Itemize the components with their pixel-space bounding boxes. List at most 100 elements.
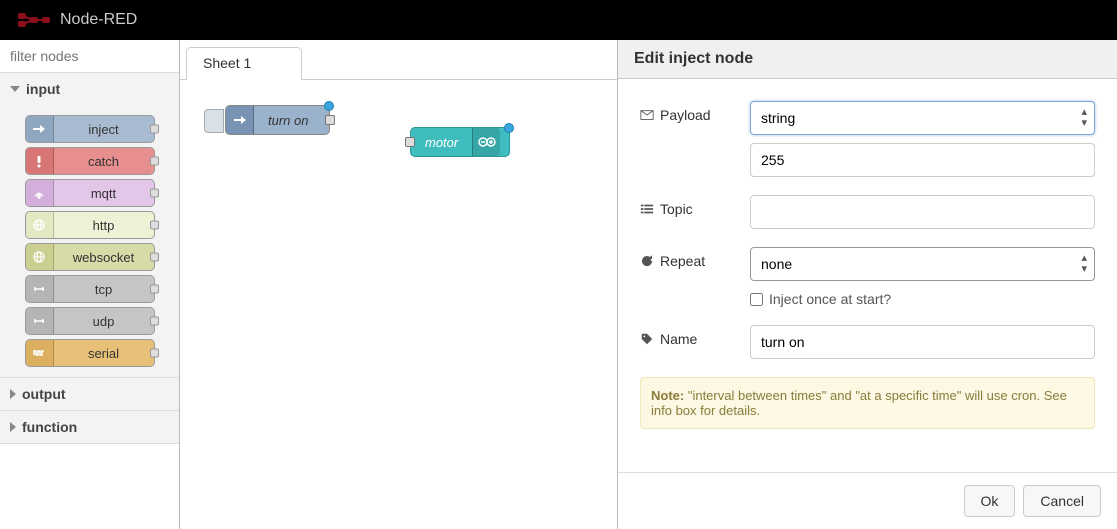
palette-node-catch[interactable]: catch (25, 147, 155, 175)
alert-icon (26, 148, 54, 174)
palette-node-udp[interactable]: udp (25, 307, 155, 335)
bridge-icon (26, 308, 54, 334)
logo: Node-RED (16, 11, 137, 29)
category-function-header[interactable]: function (0, 411, 179, 443)
inject-once-label: Inject once at start? (769, 291, 891, 307)
edit-panel-title: Edit inject node (618, 40, 1117, 79)
app-title: Node-RED (60, 11, 137, 29)
chevron-right-icon (10, 422, 16, 432)
filter-box (0, 40, 179, 73)
inject-trigger-button[interactable] (204, 109, 224, 133)
note-bold: Note: (651, 388, 684, 403)
note-text: "interval between times" and "at a speci… (651, 388, 1067, 418)
port-icon (150, 157, 159, 166)
repeat-select-wrap: none ▴▾ (750, 247, 1095, 281)
node-red-logo-icon (16, 12, 52, 28)
palette-sidebar: input inject catch mqtt (0, 40, 180, 529)
palette-node-label: udp (54, 314, 154, 329)
tab-sheet-1[interactable]: Sheet 1 (186, 47, 302, 80)
repeat-select[interactable]: none (750, 247, 1095, 281)
topic-field (750, 195, 1095, 229)
name-row: Name (640, 325, 1095, 359)
port-icon (150, 189, 159, 198)
palette-node-label: tcp (54, 282, 154, 297)
palette-node-tcp[interactable]: tcp (25, 275, 155, 303)
topic-input[interactable] (750, 195, 1095, 229)
chevron-right-icon (10, 389, 16, 399)
globe-icon (26, 212, 54, 238)
payload-label: Payload (660, 107, 711, 123)
payload-field: string ▴▾ (750, 101, 1095, 177)
filter-input[interactable] (8, 46, 171, 66)
palette-node-label: websocket (54, 250, 154, 265)
tag-icon (640, 332, 654, 346)
inject-once-checkbox[interactable] (750, 293, 763, 306)
workspace: Sheet 1 turn on motor (180, 40, 617, 529)
name-input[interactable] (750, 325, 1095, 359)
wifi-icon (26, 180, 54, 206)
category-function: function (0, 411, 179, 444)
port-icon (150, 285, 159, 294)
envelope-icon (640, 108, 654, 122)
palette-node-websocket[interactable]: websocket (25, 243, 155, 271)
input-nodes-list: inject catch mqtt http (0, 105, 179, 377)
palette-node-mqtt[interactable]: mqtt (25, 179, 155, 207)
payload-label-wrap: Payload (640, 101, 750, 123)
repeat-label-wrap: Repeat (640, 247, 750, 269)
category-input-header[interactable]: input (0, 73, 179, 105)
port-icon (150, 253, 159, 262)
edit-panel: Edit inject node Payload string ▴▾ (617, 40, 1117, 529)
flow-node-turn-on[interactable]: turn on (225, 105, 330, 135)
cancel-button[interactable]: Cancel (1023, 485, 1101, 517)
name-label-wrap: Name (640, 325, 750, 347)
palette-node-inject[interactable]: inject (25, 115, 155, 143)
payload-row: Payload string ▴▾ (640, 101, 1095, 177)
palette-node-serial[interactable]: serial (25, 339, 155, 367)
repeat-field: none ▴▾ Inject once at start? (750, 247, 1095, 307)
category-output-header[interactable]: output (0, 378, 179, 410)
flow-node-motor[interactable]: motor (410, 127, 510, 157)
palette-node-label: serial (54, 346, 154, 361)
flow-canvas[interactable]: turn on motor (180, 80, 617, 529)
payload-value-input[interactable] (750, 143, 1095, 177)
node-changed-icon (324, 101, 334, 111)
bridge-icon (26, 276, 54, 302)
globe-icon (26, 244, 54, 270)
arduino-icon (472, 128, 500, 156)
inject-once-row[interactable]: Inject once at start? (750, 291, 1095, 307)
payload-type-select-wrap: string ▴▾ (750, 101, 1095, 135)
port-icon (150, 221, 159, 230)
palette-node-http[interactable]: http (25, 211, 155, 239)
input-port[interactable] (405, 137, 415, 147)
port-icon (150, 317, 159, 326)
arrow-right-icon (226, 106, 254, 134)
edit-footer: Ok Cancel (618, 472, 1117, 529)
tabs-bar: Sheet 1 (180, 46, 617, 80)
payload-type-select[interactable]: string (750, 101, 1095, 135)
flow-node-label: motor (411, 135, 472, 150)
flow-node-label: turn on (254, 113, 322, 128)
palette-node-label: inject (54, 122, 154, 137)
palette-node-label: http (54, 218, 154, 233)
category-output: output (0, 378, 179, 411)
note-box: Note: "interval between times" and "at a… (640, 377, 1095, 429)
edit-form: Payload string ▴▾ Topic (618, 79, 1117, 472)
app-header: Node-RED (0, 0, 1117, 40)
topic-label-wrap: Topic (640, 195, 750, 217)
ok-button[interactable]: Ok (964, 485, 1016, 517)
name-field (750, 325, 1095, 359)
topic-label: Topic (660, 201, 693, 217)
output-port[interactable] (325, 115, 335, 125)
port-icon (150, 125, 159, 134)
list-icon (640, 202, 654, 216)
palette-node-label: catch (54, 154, 154, 169)
serial-icon (26, 340, 54, 366)
category-output-label: output (22, 386, 66, 402)
palette-node-label: mqtt (54, 186, 154, 201)
refresh-icon (640, 254, 654, 268)
arrow-right-icon (26, 116, 54, 142)
category-input-label: input (26, 81, 60, 97)
chevron-down-icon (10, 86, 20, 92)
node-changed-icon (504, 123, 514, 133)
category-function-label: function (22, 419, 77, 435)
